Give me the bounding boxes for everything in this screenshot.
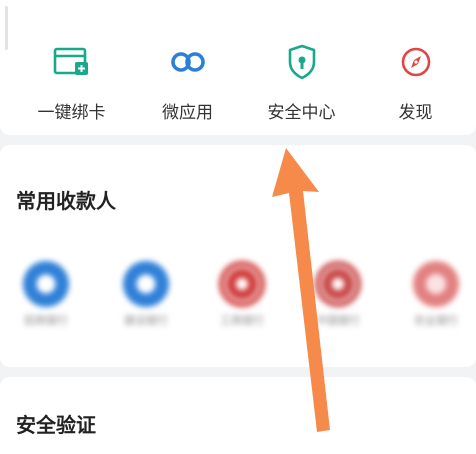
quick-action-label: 发现	[398, 103, 433, 123]
section-title: 安全验证	[16, 413, 96, 437]
shield-icon	[278, 38, 326, 86]
frequent-payees-card: 常用收款人 招商银行 建设银行 工商银行 中国银行 农业银行	[0, 145, 476, 367]
bank-logo-icon	[23, 261, 69, 307]
quick-action-security-center[interactable]: 安全中心	[242, 38, 361, 128]
security-verification-card: 安全验证	[0, 377, 476, 454]
quick-actions-card: 一键绑卡 微应用 安全中心 发现	[0, 0, 476, 135]
payee-name: 工商银行	[220, 314, 264, 327]
quick-action-label: 安全中心	[267, 103, 336, 123]
mini-app-icon	[164, 38, 212, 86]
bind-card-icon	[48, 38, 96, 86]
bank-logo-icon	[219, 261, 265, 307]
section-title: 常用收款人	[16, 189, 116, 213]
payee-name: 中国银行	[316, 314, 360, 327]
payee-name: 建设银行	[124, 314, 168, 327]
quick-action-mini-app[interactable]: 微应用	[128, 38, 247, 128]
bank-logo-icon	[413, 261, 459, 307]
payee-item[interactable]: 中国银行	[298, 247, 378, 347]
quick-action-label: 微应用	[162, 103, 213, 123]
bank-logo-icon	[315, 261, 361, 307]
quick-action-bind-card[interactable]: 一键绑卡	[12, 38, 131, 128]
scroll-indicator	[5, 6, 8, 50]
bank-logo-icon	[123, 261, 169, 307]
payee-name: 农业银行	[414, 314, 458, 327]
quick-action-discover[interactable]: 发现	[356, 38, 475, 128]
quick-action-label: 一键绑卡	[37, 103, 106, 123]
payee-item[interactable]: 建设银行	[106, 247, 186, 347]
compass-icon	[392, 38, 440, 86]
wallet-page: 一键绑卡 微应用 安全中心 发现 常用收款人 招商银行 建设银行 工商银行 中国…	[0, 0, 476, 454]
payee-item[interactable]: 工商银行	[202, 247, 282, 347]
payee-name: 招商银行	[24, 314, 68, 327]
payee-item[interactable]: 招商银行	[6, 247, 86, 347]
payee-item[interactable]: 农业银行	[396, 247, 476, 347]
